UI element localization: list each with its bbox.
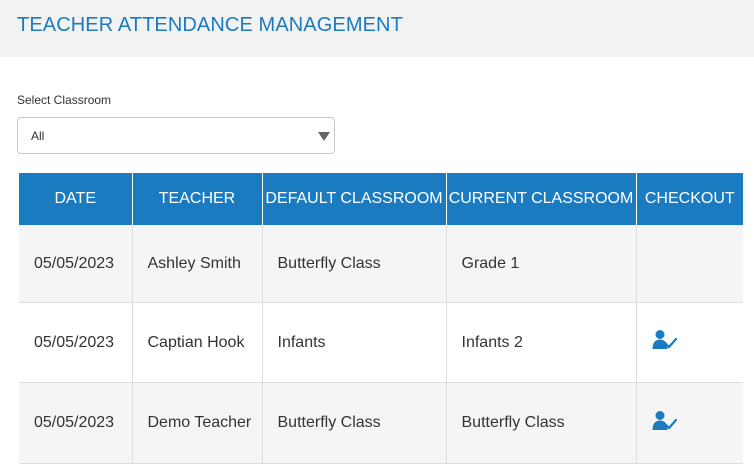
classroom-select-value: All — [31, 129, 45, 143]
column-header-teacher[interactable]: TEACHER — [132, 173, 263, 225]
page-header: TEACHER ATTENDANCE MANAGEMENT — [0, 0, 754, 57]
cell-teacher: Demo Teacher — [132, 382, 263, 464]
cell-date: 05/05/2023 — [19, 302, 133, 383]
cell-checkout — [636, 382, 743, 464]
attendance-table: DATE TEACHER DEFAULT CLASSROOM CURRENT C… — [19, 173, 743, 464]
cell-current-classroom: Grade 1 — [446, 225, 637, 303]
column-header-checkout[interactable]: CHECKOUT — [636, 173, 743, 225]
cell-default-classroom: Butterfly Class — [262, 225, 447, 303]
column-header-default-classroom[interactable]: DEFAULT CLASSROOM — [262, 173, 447, 225]
cell-checkout — [636, 302, 743, 383]
column-header-date[interactable]: DATE — [19, 173, 133, 225]
user-check-icon[interactable] — [652, 329, 678, 351]
user-check-icon[interactable] — [652, 410, 678, 432]
cell-current-classroom: Butterfly Class — [446, 382, 637, 464]
cell-teacher: Captian Hook — [132, 302, 263, 383]
classroom-select[interactable]: All — [17, 117, 335, 154]
page-title: TEACHER ATTENDANCE MANAGEMENT — [17, 14, 403, 36]
cell-teacher: Ashley Smith — [132, 225, 263, 303]
table-row: 05/05/2023 Ashley Smith Butterfly Class … — [19, 225, 743, 303]
chevron-down-icon — [318, 132, 330, 141]
cell-default-classroom: Infants — [262, 302, 447, 383]
cell-checkout — [636, 225, 743, 303]
column-header-current-classroom[interactable]: CURRENT CLASSROOM — [446, 173, 637, 225]
table-header-row: DATE TEACHER DEFAULT CLASSROOM CURRENT C… — [19, 173, 743, 225]
classroom-select-label: Select Classroom — [17, 93, 112, 107]
table-row: 05/05/2023 Demo Teacher Butterfly Class … — [19, 382, 743, 464]
cell-date: 05/05/2023 — [19, 382, 133, 464]
cell-default-classroom: Butterfly Class — [262, 382, 447, 464]
cell-date: 05/05/2023 — [19, 225, 133, 303]
cell-current-classroom: Infants 2 — [446, 302, 637, 383]
table-row: 05/05/2023 Captian Hook Infants Infants … — [19, 302, 743, 383]
